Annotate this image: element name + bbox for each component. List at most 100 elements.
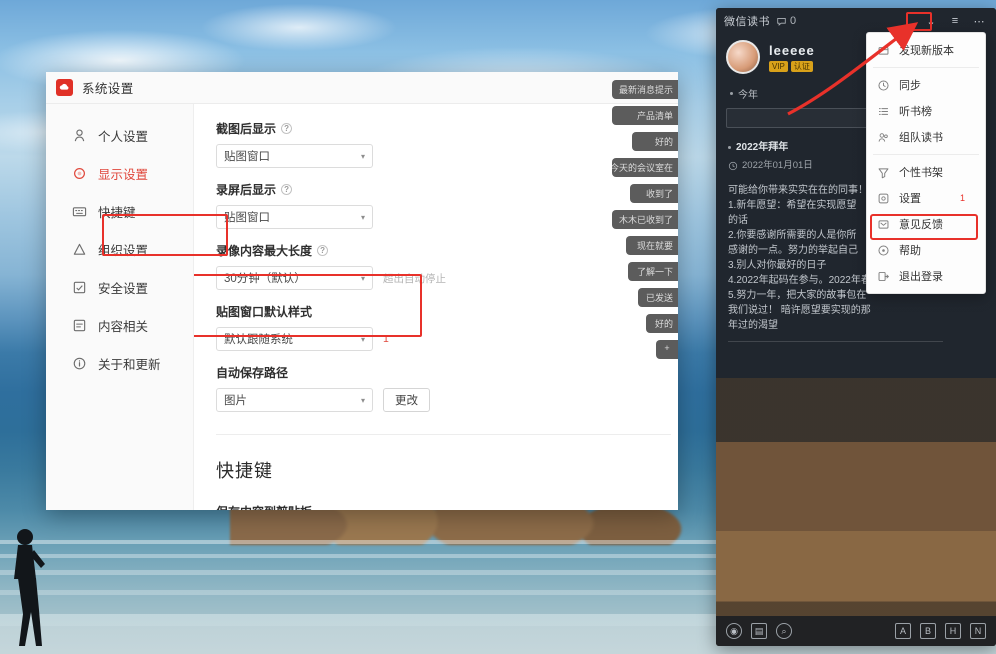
more-icon[interactable]: ⋯: [970, 13, 988, 29]
chat-subheading-text: 今年: [738, 90, 758, 101]
menu-item-logout[interactable]: 退出登录: [867, 263, 985, 289]
chevron-down-icon: ▾: [360, 273, 365, 283]
unread-count-value: 0: [790, 15, 797, 27]
sidebar-item-shortcuts[interactable]: 快捷键: [52, 193, 187, 230]
screenshot-display-select[interactable]: 贴图窗口 ▾: [216, 144, 373, 168]
field-screenshot-display: 截图后显示 ? 贴图窗口 ▾: [216, 120, 658, 168]
field-pin-window-style: 贴图窗口默认样式 默认跟随系统 ▾ 1: [194, 274, 658, 351]
field-label: 自动保存路径: [216, 364, 658, 381]
menu-separator: [873, 67, 979, 68]
pin-window-style-select[interactable]: 默认跟随系统 ▾: [216, 327, 373, 351]
a-icon[interactable]: A: [895, 623, 911, 639]
search-icon[interactable]: ⌕: [776, 623, 792, 639]
sidebar-item-display[interactable]: 显示设置: [52, 155, 187, 192]
field-label: 录像内容最大长度 ?: [216, 242, 658, 259]
menu-item-help[interactable]: 帮助: [867, 237, 985, 263]
save-path-select[interactable]: 图片 ▾: [216, 388, 373, 412]
chat-titlebar: 微信读书 0 ⌄ ≡ ⋯: [716, 8, 996, 34]
field-max-length: 录像内容最大长度 ? 30分钟（默认） ▾ 超出自动停止: [216, 242, 658, 290]
sidebar-item-content[interactable]: 内容相关: [52, 307, 187, 344]
minimize-icon[interactable]: ⌄: [922, 13, 940, 29]
menu-item-label: 帮助: [899, 245, 921, 257]
menu-item-label: 退出登录: [899, 271, 943, 283]
pin-style-warning: 1: [383, 333, 389, 345]
chat-window-title: 微信读书: [724, 16, 770, 28]
sidebar-item-label: 安全设置: [98, 282, 149, 296]
settings-window-title: 系统设置: [82, 82, 134, 96]
sync-icon: [878, 79, 889, 91]
select-value: 30分钟（默认）: [224, 273, 306, 285]
field-label: 截图后显示 ?: [216, 120, 658, 137]
person-silhouette: [14, 529, 45, 646]
message-divider: [728, 341, 943, 342]
info-icon: [73, 357, 86, 370]
change-path-button[interactable]: 更改: [383, 388, 430, 412]
menu-item-settings[interactable]: 设置 1: [867, 185, 985, 211]
feedback-icon: [878, 219, 889, 229]
max-length-select[interactable]: 30分钟（默认） ▾: [216, 266, 373, 290]
sidebar-item-label: 显示设置: [98, 168, 149, 182]
menu-item-label: 听书榜: [899, 106, 932, 118]
message-date-text: 2022年01月01日: [742, 160, 813, 171]
box-icon: [878, 46, 889, 55]
chat-icon: [777, 17, 786, 26]
record-icon[interactable]: ◉: [726, 623, 742, 639]
menu-item-label: 同步: [899, 80, 921, 92]
message-sender-text: 2022年拜年: [736, 142, 789, 153]
settings-content-pane: 截图后显示 ? 贴图窗口 ▾ 录屏后显示 ? 贴图窗口 ▾ 录像内容最大长度 ?…: [194, 104, 678, 510]
select-value: 图片: [224, 395, 247, 407]
keyboard-icon: [72, 207, 87, 217]
sidebar-item-security[interactable]: 安全设置: [52, 269, 187, 306]
menu-item-label: 意见反馈: [899, 219, 943, 231]
gear-icon: [878, 193, 889, 203]
system-settings-window[interactable]: 系统设置 个人设置 显示设置 快捷键 组织设置 安全设置 内容相关 关于和更新 …: [46, 72, 678, 510]
sidebar-item-label: 关于和更新: [98, 358, 161, 372]
menu-item-team-reading[interactable]: 组队读书: [867, 124, 985, 150]
field-recording-display: 录屏后显示 ? 贴图窗口 ▾: [216, 181, 658, 229]
sidebar-item-personal[interactable]: 个人设置: [52, 117, 187, 154]
field-label-text: 贴图窗口默认样式: [216, 305, 313, 319]
select-value: 默认跟随系统: [224, 334, 293, 346]
recording-display-select[interactable]: 贴图窗口 ▾: [216, 205, 373, 229]
menu-item-label: 个性书架: [899, 167, 943, 179]
menu-icon[interactable]: ≡: [946, 13, 964, 29]
sidebar-item-label: 内容相关: [98, 320, 149, 334]
shortcut-section-title: 快捷键: [216, 461, 273, 481]
field-label-text: 截图后显示: [216, 122, 277, 136]
highlight-icon[interactable]: H: [945, 623, 961, 639]
field-save-path: 自动保存路径 图片 ▾ 更改: [216, 364, 658, 412]
select-value: 贴图窗口: [224, 212, 270, 224]
help-icon[interactable]: ?: [281, 184, 293, 195]
help-icon[interactable]: ?: [281, 123, 293, 134]
menu-item-label: 组队读书: [899, 132, 943, 144]
message-line: 我们说过！ 暗许愿望要实现的那: [728, 305, 871, 316]
sidebar-item-label: 组织设置: [98, 244, 149, 258]
menu-item-label: 发现新版本: [899, 45, 954, 57]
chevron-down-icon: ▾: [360, 151, 365, 161]
screenshot-icon[interactable]: ▤: [751, 623, 767, 639]
avatar[interactable]: [726, 40, 760, 74]
sidebar-item-about[interactable]: 关于和更新: [52, 345, 187, 382]
bullet-icon: [728, 146, 731, 149]
desktop-wallpaper: 系统设置 个人设置 显示设置 快捷键 组织设置 安全设置 内容相关 关于和更新 …: [0, 0, 996, 654]
sidebar-item-organization[interactable]: 组织设置: [52, 231, 187, 268]
menu-item-personal-shelf[interactable]: 个性书架: [867, 159, 985, 185]
settings-body: 个人设置 显示设置 快捷键 组织设置 安全设置 内容相关 关于和更新 截图后显示…: [46, 104, 678, 510]
bold-icon[interactable]: B: [920, 623, 936, 639]
select-value: 贴图窗口: [224, 151, 270, 163]
field-label-text: 录像内容最大长度: [216, 244, 313, 258]
note-icon[interactable]: N: [970, 623, 986, 639]
menu-item-label: 设置: [899, 193, 921, 205]
message-line: 年过的渴望: [728, 320, 778, 331]
help-icon[interactable]: ?: [317, 245, 329, 256]
field-label-text: 录屏后显示: [216, 183, 277, 197]
settings-sidebar[interactable]: 个人设置 显示设置 快捷键 组织设置 安全设置 内容相关 关于和更新: [46, 104, 194, 510]
menu-item-sync[interactable]: 同步: [867, 72, 985, 98]
reader-dropdown-menu[interactable]: 发现新版本 同步 听书榜 组队读书 个性书架 设置 1 意见反馈 帮助 退出登录: [866, 32, 986, 294]
menu-item-new-version[interactable]: 发现新版本: [867, 37, 985, 63]
menu-item-ranking[interactable]: 听书榜: [867, 98, 985, 124]
menu-item-feedback[interactable]: 意见反馈: [867, 211, 985, 237]
sidebar-item-label: 快捷键: [98, 206, 136, 220]
shortcut-sub-label: 保存内容到剪贴板: [216, 503, 658, 510]
badge: VIP: [769, 60, 788, 72]
